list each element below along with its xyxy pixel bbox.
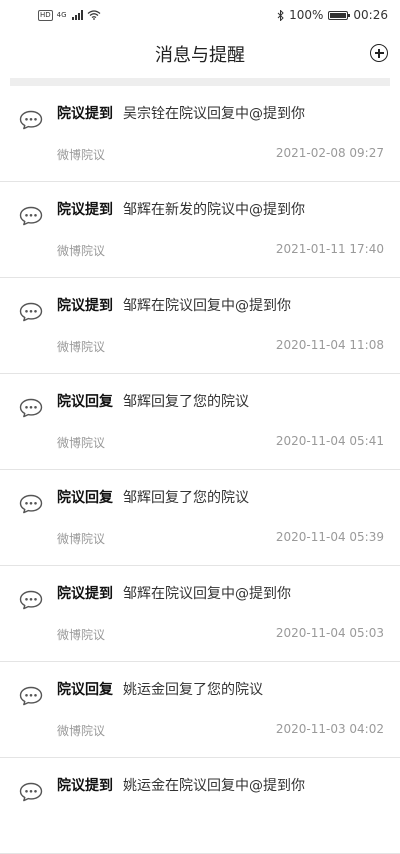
message-text: 姚运金回复了您的院议: [123, 682, 263, 698]
message-time: 2020-11-04 05:41: [275, 434, 384, 448]
message-type: 院议提到: [57, 298, 113, 314]
message-title-row: 院议回复 姚运金回复了您的院议: [57, 679, 263, 699]
wifi-icon: [87, 10, 100, 20]
battery-icon: [328, 10, 351, 20]
message-item[interactable]: 院议提到 邹辉在新发的院议中@提到你 微博院议 2021-01-11 17:40: [0, 182, 400, 278]
message-text: 邹辉回复了您的院议: [123, 394, 249, 410]
message-text: 邹辉回复了您的院议: [123, 490, 249, 506]
message-source: 微博院议: [57, 148, 106, 162]
message-item[interactable]: 院议提到 邹辉在院议回复中@提到你 微博院议 2020-11-04 05:03: [0, 566, 400, 662]
chat-bubble-icon: [19, 206, 43, 226]
message-list: 院议提到 吴宗铨在院议回复中@提到你 微博院议 2021-02-08 09:27 …: [0, 86, 400, 854]
message-type: 院议提到: [57, 202, 113, 218]
message-item[interactable]: 院议提到 邹辉在院议回复中@提到你 微博院议 2020-11-04 11:08: [0, 278, 400, 374]
message-type: 院议回复: [57, 394, 113, 410]
network-label: 4G: [56, 11, 67, 19]
message-item[interactable]: 院议回复 邹辉回复了您的院议 微博院议 2020-11-04 05:39: [0, 470, 400, 566]
message-type: 院议回复: [57, 490, 113, 506]
header-divider: [10, 78, 390, 86]
message-item[interactable]: 院议提到 吴宗铨在院议回复中@提到你 微博院议 2021-02-08 09:27: [0, 86, 400, 182]
chat-bubble-icon: [19, 494, 43, 514]
message-time: 2021-01-11 17:40: [275, 242, 384, 256]
message-title-row: 院议提到 吴宗铨在院议回复中@提到你: [57, 103, 305, 123]
message-source: 微博院议: [57, 244, 106, 258]
message-time: 2020-11-04 05:39: [275, 530, 384, 544]
message-type: 院议提到: [57, 586, 113, 602]
message-type: 院议提到: [57, 778, 113, 794]
app-header: 消息与提醒: [0, 30, 400, 78]
message-type: 院议回复: [57, 682, 113, 698]
message-time: 2020-11-03 04:02: [275, 722, 384, 736]
message-source: 微博院议: [57, 628, 106, 642]
bluetooth-icon: [277, 9, 284, 21]
message-text: 姚运金在院议回复中@提到你: [123, 778, 305, 794]
status-right: 100% 00:26: [277, 8, 388, 22]
message-text: 邹辉在新发的院议中@提到你: [123, 202, 305, 218]
message-item[interactable]: 院议回复 邹辉回复了您的院议 微博院议 2020-11-04 05:41: [0, 374, 400, 470]
message-source: 微博院议: [57, 532, 106, 546]
message-source: 微博院议: [57, 436, 106, 450]
message-title-row: 院议回复 邹辉回复了您的院议: [57, 391, 249, 411]
message-title-row: 院议提到 邹辉在院议回复中@提到你: [57, 583, 291, 603]
message-title-row: 院议提到 邹辉在新发的院议中@提到你: [57, 199, 305, 219]
message-time: 2020-11-04 11:08: [275, 338, 384, 352]
status-left: HD 4G: [38, 9, 101, 21]
clock: 00:26: [353, 8, 388, 22]
message-title-row: 院议提到 邹辉在院议回复中@提到你: [57, 295, 291, 315]
chat-bubble-icon: [19, 590, 43, 610]
message-text: 邹辉在院议回复中@提到你: [123, 298, 291, 314]
message-time: 2020-11-04 05:03: [275, 626, 384, 640]
chat-bubble-icon: [19, 686, 43, 706]
page-title: 消息与提醒: [155, 45, 245, 66]
chat-bubble-icon: [19, 110, 43, 130]
chat-bubble-icon: [19, 782, 43, 802]
message-title-row: 院议提到 姚运金在院议回复中@提到你: [57, 775, 305, 795]
message-source: 微博院议: [57, 724, 106, 738]
message-source: 微博院议: [57, 340, 106, 354]
message-title-row: 院议回复 邹辉回复了您的院议: [57, 487, 249, 507]
message-item[interactable]: 院议提到 姚运金在院议回复中@提到你: [0, 758, 400, 854]
plus-circle-icon[interactable]: [370, 44, 388, 62]
status-bar: HD 4G 100% 00:26: [0, 0, 400, 30]
message-text: 邹辉在院议回复中@提到你: [123, 586, 291, 602]
chat-bubble-icon: [19, 302, 43, 322]
message-text: 吴宗铨在院议回复中@提到你: [123, 106, 305, 122]
message-time: 2021-02-08 09:27: [275, 146, 384, 160]
signal-icon: [71, 10, 83, 20]
message-type: 院议提到: [57, 106, 113, 122]
battery-percent: 100%: [289, 8, 324, 22]
message-item[interactable]: 院议回复 姚运金回复了您的院议 微博院议 2020-11-03 04:02: [0, 662, 400, 758]
hd-icon: HD: [38, 9, 53, 21]
chat-bubble-icon: [19, 398, 43, 418]
